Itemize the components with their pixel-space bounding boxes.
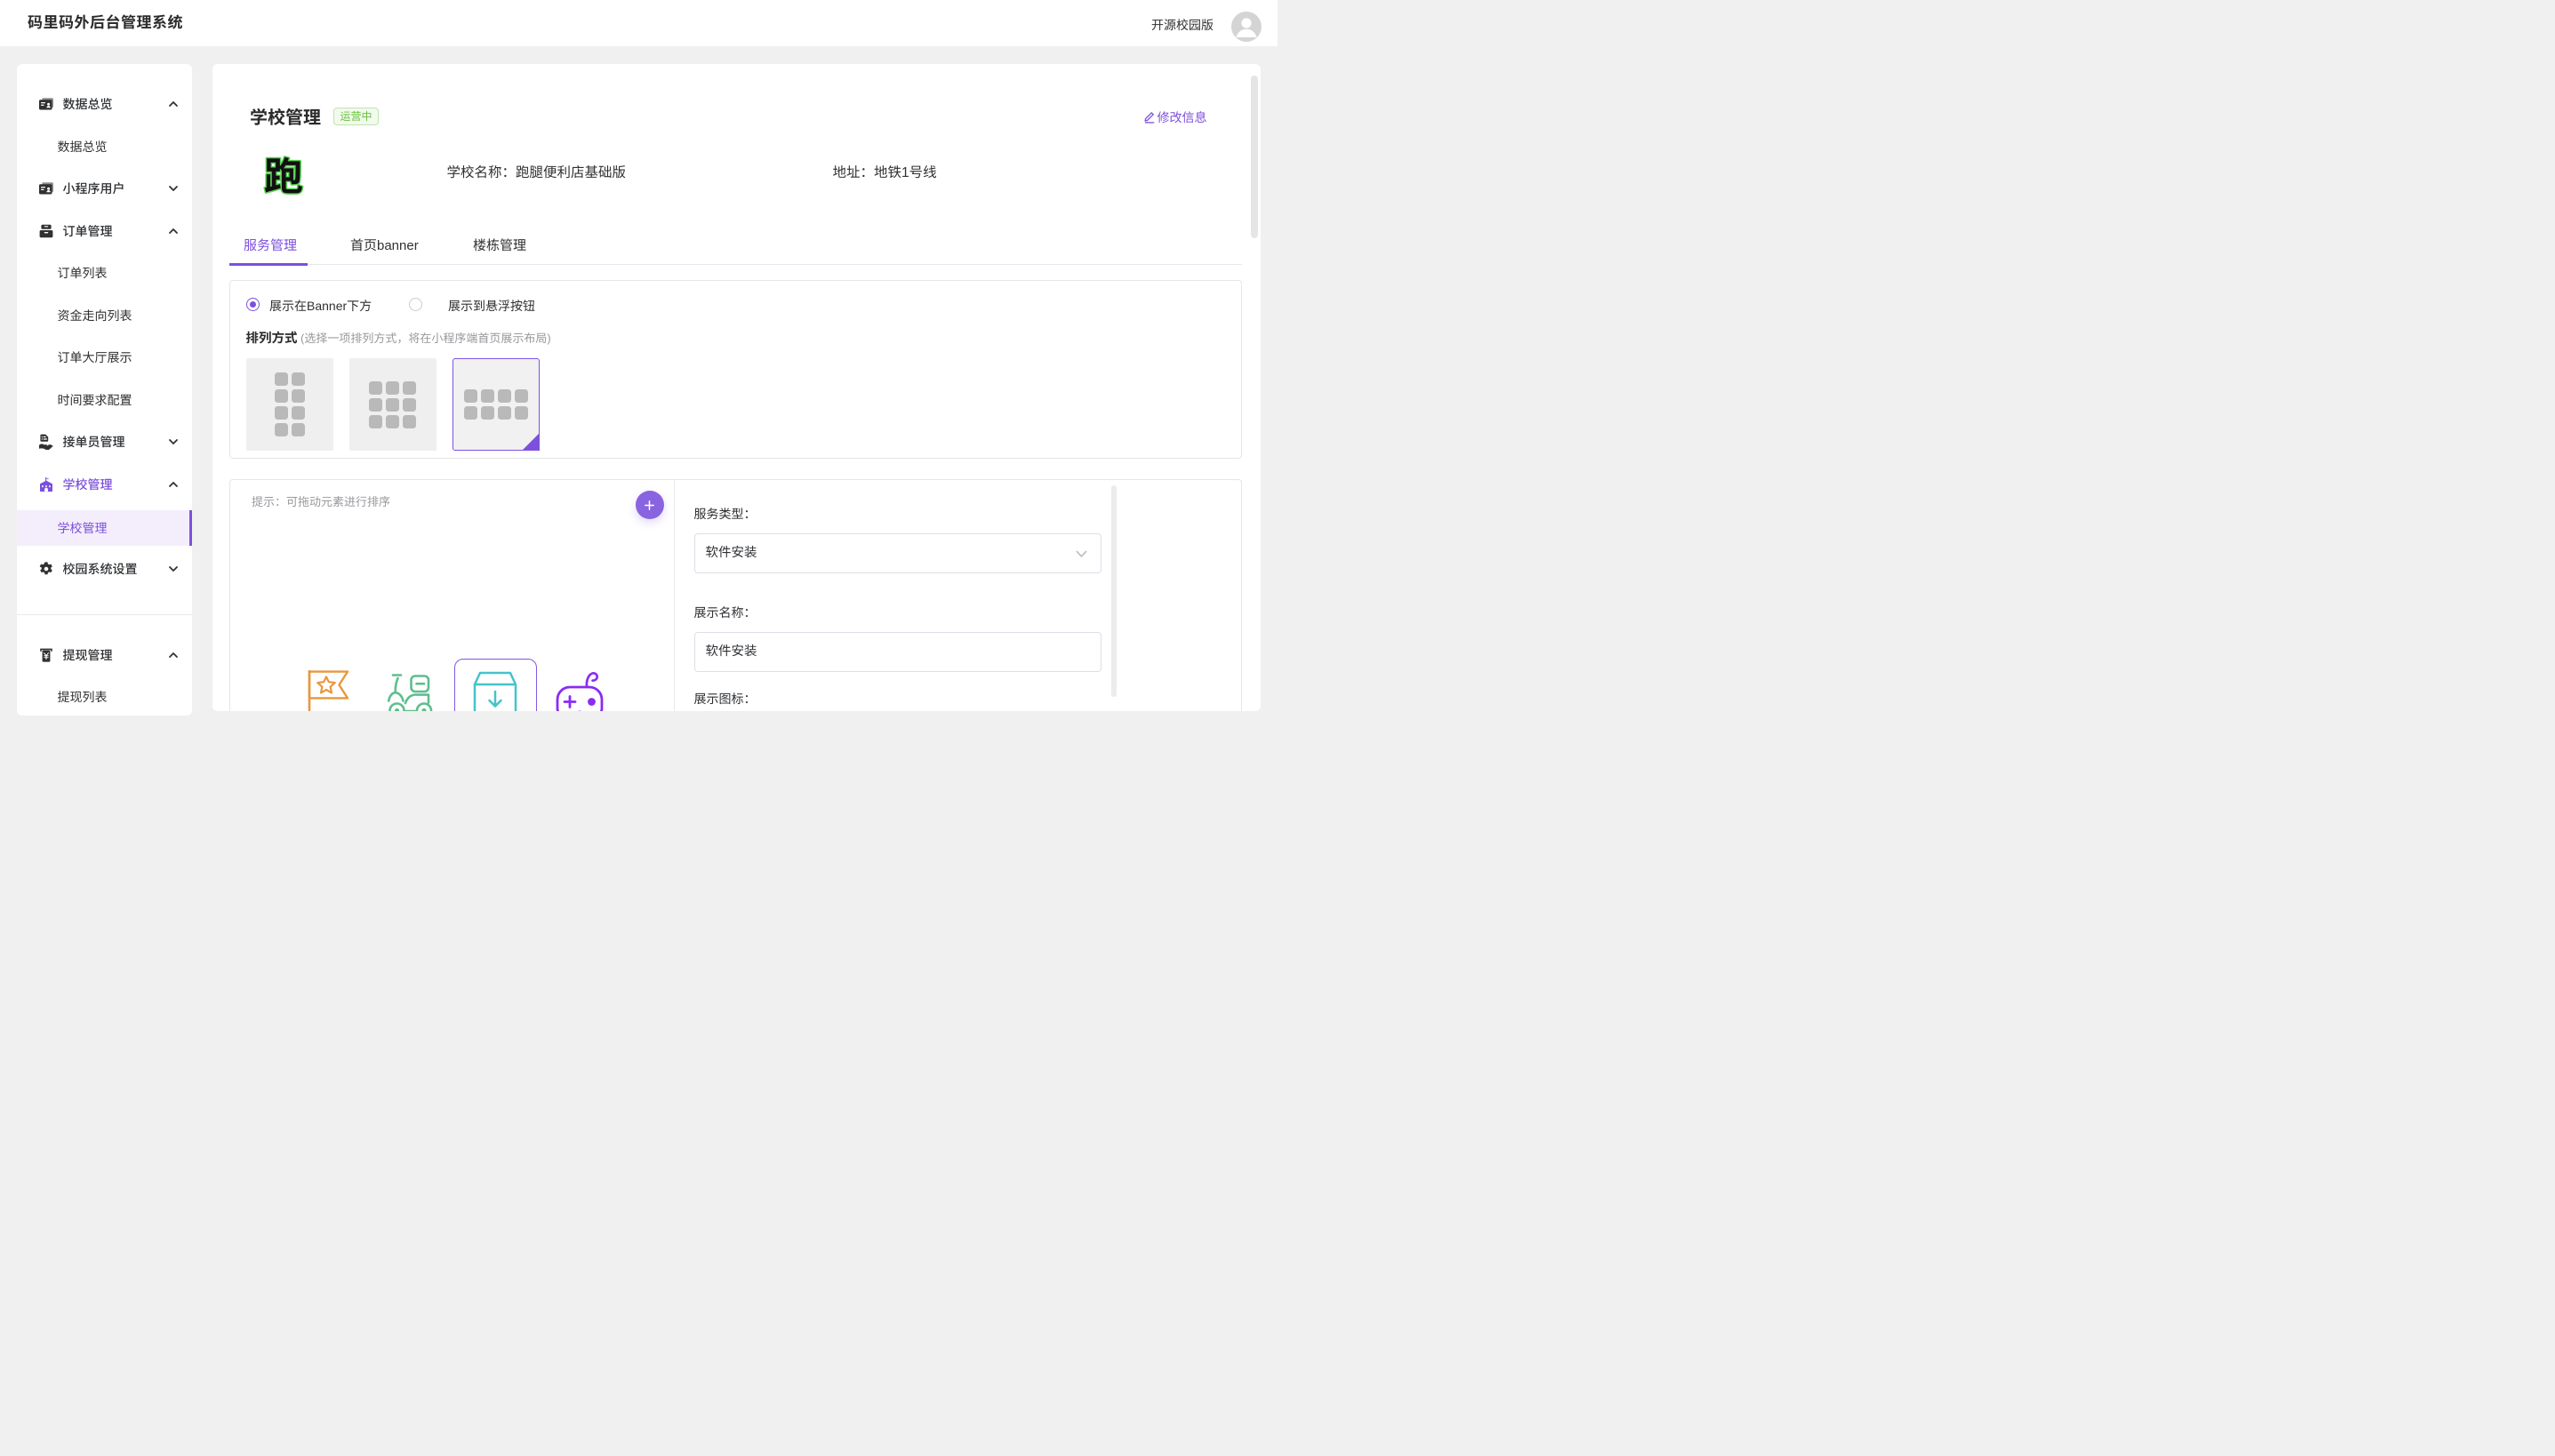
svg-text:跑: 跑 [264,153,303,199]
